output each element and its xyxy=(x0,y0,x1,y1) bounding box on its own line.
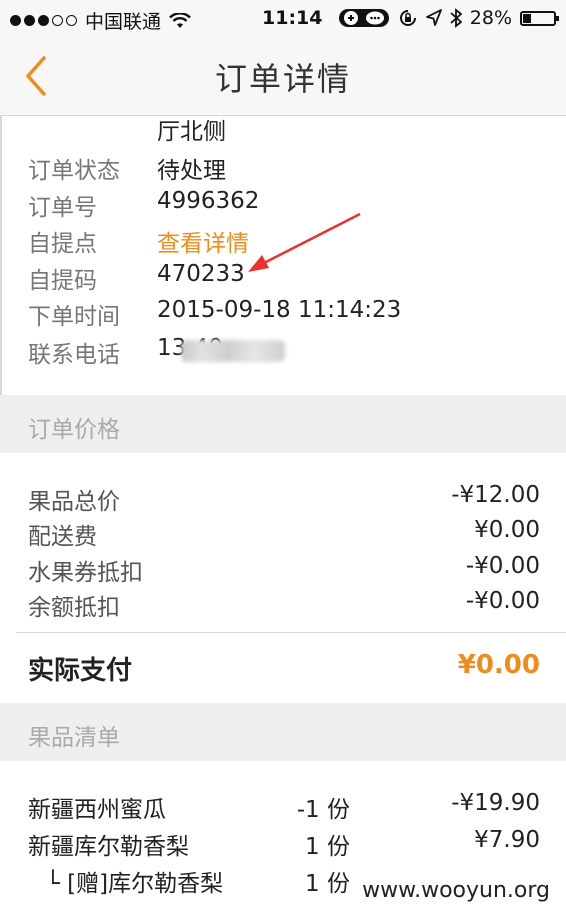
pickup-code-label: 自提码 xyxy=(28,268,97,294)
phone-label: 联系电话 xyxy=(28,342,120,368)
items-section-header: 果品清单 xyxy=(0,703,566,761)
actual-payment-label: 实际支付 xyxy=(28,656,133,686)
order-status-label: 订单状态 xyxy=(28,158,120,184)
balance-deduction-label: 余额抵扣 xyxy=(28,595,120,621)
order-time-value: 2015-09-18 11:14:23 xyxy=(157,297,402,323)
location-icon xyxy=(425,9,442,26)
item-qty: -1 份 xyxy=(296,797,350,823)
status-time: 11:14 xyxy=(262,7,323,29)
rotation-lock-icon xyxy=(399,10,416,26)
annotation-arrow-icon xyxy=(248,212,361,272)
phone-redaction-blur xyxy=(181,340,285,362)
status-left: 中国联通 xyxy=(10,7,191,34)
battery-fill xyxy=(523,13,532,23)
delivery-fee-label: 配送费 xyxy=(28,524,97,550)
nav-bar: 订单详情 xyxy=(0,38,566,116)
order-time-label: 下单时间 xyxy=(28,304,120,330)
pickup-address-partial: 厅北侧 xyxy=(157,119,226,145)
actual-payment-value: ¥0.00 xyxy=(457,650,540,680)
view-details-link[interactable]: 查看详情 xyxy=(157,224,249,258)
total-price-value: -¥12.00 xyxy=(451,482,540,508)
carrier-label: 中国联通 xyxy=(85,11,162,33)
total-price-label: 果品总价 xyxy=(28,489,120,515)
price-section-title: 订单价格 xyxy=(28,417,120,443)
order-number-label: 订单号 xyxy=(28,195,97,221)
watermark: www.wooyun.org xyxy=(358,878,554,903)
item-qty: 1 份 xyxy=(305,871,350,897)
battery-icon xyxy=(520,10,559,26)
item-qty: 1 份 xyxy=(305,834,350,860)
items-section-title: 果品清单 xyxy=(28,725,120,751)
pickup-point-label: 自提点 xyxy=(28,231,97,257)
item-name: 新疆西州蜜瓜 xyxy=(28,797,166,823)
order-status-value: 待处理 xyxy=(157,158,226,184)
delivery-fee-value: ¥0.00 xyxy=(474,517,540,543)
item-name: 新疆库尔勒香梨 xyxy=(28,834,189,860)
status-bar: 中国联通 11:14 28% xyxy=(0,0,566,38)
coupon-deduction-value: -¥0.00 xyxy=(465,553,540,579)
page-title: 订单详情 xyxy=(214,60,351,98)
signal-icon xyxy=(10,15,77,26)
battery-percent: 28% xyxy=(469,7,512,29)
order-number-value: 4996362 xyxy=(157,188,260,214)
price-section-header: 订单价格 xyxy=(0,395,566,453)
coupon-deduction-label: 水果券抵扣 xyxy=(28,560,143,586)
item-name: └ [赠]库尔勒香梨 xyxy=(46,871,224,897)
bluetooth-icon xyxy=(450,8,462,28)
status-right: 28% xyxy=(338,7,559,29)
left-border xyxy=(0,115,2,395)
item-price: -¥19.90 xyxy=(451,790,540,816)
pickup-code-value: 470233 xyxy=(157,261,245,287)
app-badges-icon xyxy=(338,9,389,27)
price-divider xyxy=(16,632,566,633)
item-price: ¥7.90 xyxy=(474,827,540,853)
balance-deduction-value: -¥0.00 xyxy=(465,588,540,614)
wifi-icon xyxy=(169,12,191,28)
